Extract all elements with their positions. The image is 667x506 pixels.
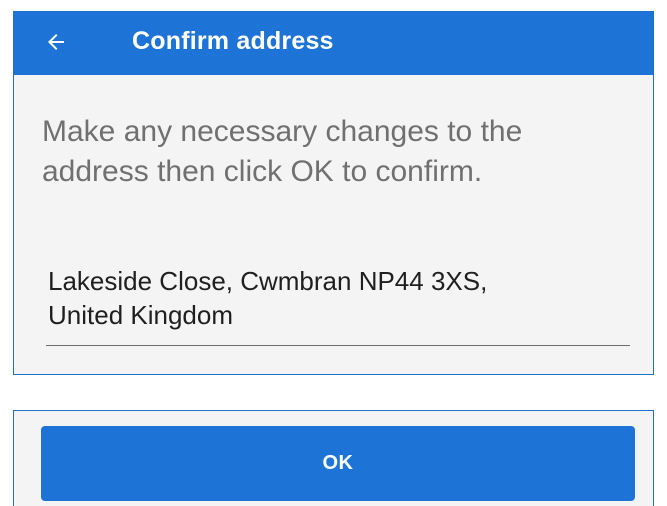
- address-input[interactable]: Lakeside Close, Cwmbran NP44 3XS, United…: [46, 264, 630, 346]
- instructions-text: Make any necessary changes to the addres…: [42, 115, 523, 188]
- action-panel: OK: [13, 410, 654, 506]
- arrow-left-icon: [48, 34, 64, 50]
- app-bar: Confirm address: [14, 12, 653, 75]
- confirm-address-panel: Confirm address Make any necessary chang…: [13, 11, 654, 375]
- ok-button[interactable]: OK: [41, 426, 635, 501]
- page-title: Confirm address: [132, 27, 334, 55]
- back-button[interactable]: [36, 22, 76, 62]
- address-input-value[interactable]: Lakeside Close, Cwmbran NP44 3XS, United…: [46, 264, 630, 332]
